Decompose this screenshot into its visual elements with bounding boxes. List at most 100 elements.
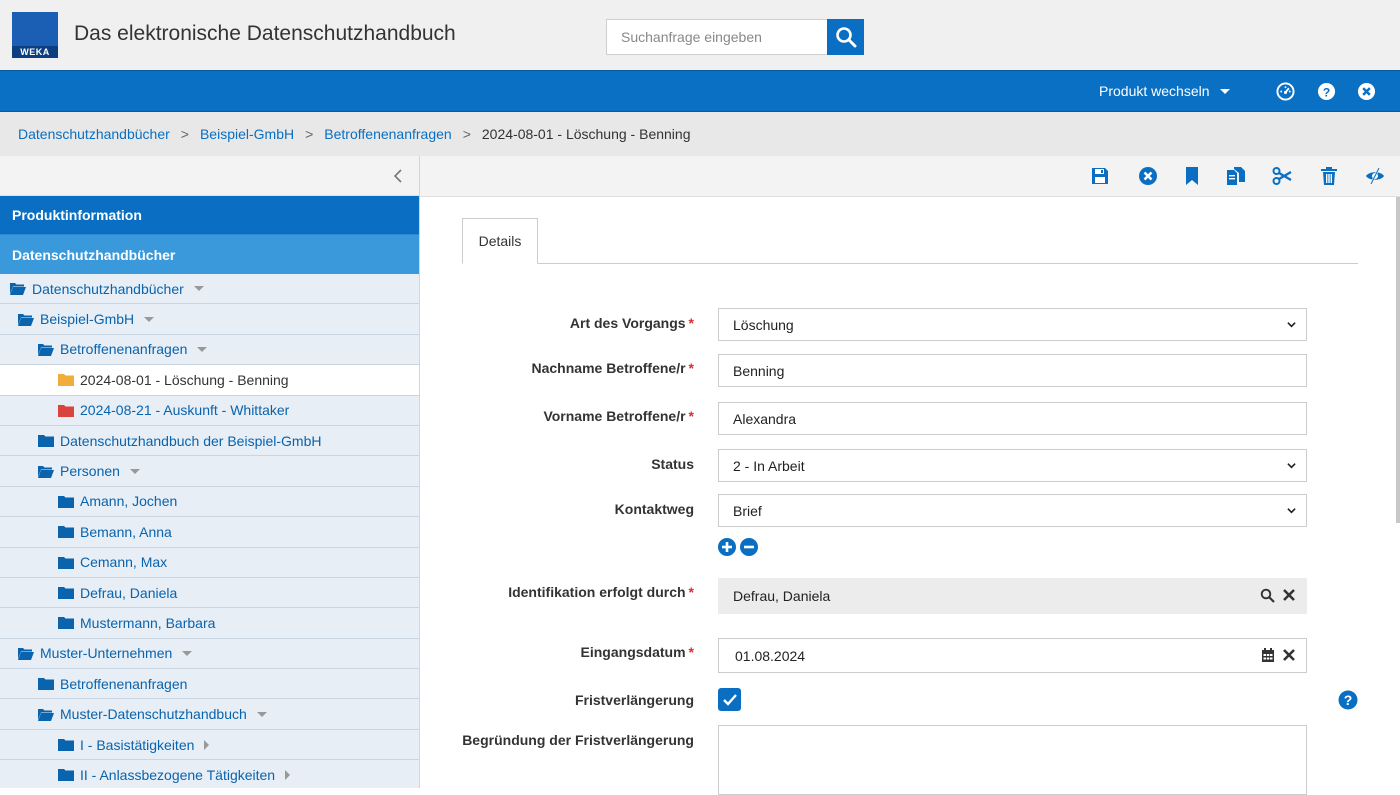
required-marker: *: [688, 315, 694, 331]
tree-item[interactable]: Muster-Unternehmen: [0, 638, 419, 670]
sidebar-top-bar: [0, 156, 419, 196]
folder-icon: [58, 526, 74, 539]
folder-icon: [38, 678, 54, 691]
chevron-left-icon[interactable]: [391, 168, 405, 184]
breadcrumb-link[interactable]: Beispiel-GmbH: [200, 126, 294, 142]
tree-item[interactable]: II - Anlassbezogene Tätigkeiten: [0, 760, 419, 788]
tree-item-label: II - Anlassbezogene Tätigkeiten: [80, 766, 276, 783]
art-des-vorgangs-select[interactable]: Löschung: [718, 308, 1307, 341]
field-label-identifikation: Identifikation erfolgt durch *: [508, 584, 694, 600]
tree-item[interactable]: Amann, Jochen: [0, 486, 419, 518]
remove-kontaktweg-button[interactable]: [740, 538, 758, 556]
breadcrumb: Datenschutzhandbücher > Beispiel-GmbH > …: [18, 126, 690, 142]
vorname-value: Alexandra: [733, 410, 797, 427]
identifikation-value: Defrau, Daniela: [733, 588, 831, 604]
field-label-vorname: Vorname Betroffene/r *: [543, 408, 694, 424]
cancel-icon[interactable]: [1138, 166, 1158, 186]
calendar-icon[interactable]: [1261, 648, 1275, 663]
tree-item[interactable]: Betroffenenanfragen: [0, 334, 419, 366]
tree-item[interactable]: Datenschutzhandbuch der Beispiel-GmbH: [0, 425, 419, 457]
folder-icon: [58, 404, 74, 417]
breadcrumb-link[interactable]: Datenschutzhandbücher: [18, 126, 170, 142]
field-label-status: Status: [651, 456, 694, 472]
weka-logo[interactable]: WEKA: [12, 12, 58, 58]
tree-item[interactable]: 2024-08-01 - Löschung - Benning: [0, 365, 419, 396]
product-switch-dropdown[interactable]: Produkt wechseln: [1099, 83, 1230, 99]
tree-item-label: Datenschutzhandbücher: [32, 280, 184, 297]
nachname-value: Benning: [733, 362, 785, 379]
search-button[interactable]: [827, 19, 864, 55]
caret-right-icon[interactable]: [204, 739, 210, 750]
tree-item[interactable]: Personen: [0, 456, 419, 487]
svg-text:?: ?: [1344, 692, 1353, 708]
caret-down-icon[interactable]: [182, 650, 193, 656]
breadcrumb-separator: >: [305, 126, 314, 142]
field-label-eingangsdatum: Eingangsdatum *: [580, 644, 694, 660]
caret-down-icon[interactable]: [129, 468, 140, 474]
delete-icon[interactable]: [1319, 166, 1339, 186]
caret-right-icon[interactable]: [285, 769, 291, 780]
app-title: Das elektronische Datenschutzhandbuch: [74, 22, 456, 45]
tree-item-label: Cemann, Max: [80, 554, 168, 571]
sidebar-section-produktinformation[interactable]: Produktinformation: [0, 196, 419, 235]
tree-item[interactable]: Muster-Datenschutzhandbuch: [0, 699, 419, 730]
tree-item-label: Amann, Jochen: [80, 493, 178, 510]
begruendung-textarea[interactable]: [718, 725, 1307, 795]
cut-icon[interactable]: [1272, 166, 1292, 186]
search-icon[interactable]: [1260, 588, 1275, 603]
close-icon[interactable]: [1357, 82, 1376, 101]
tree-item[interactable]: Beispiel-GmbH: [0, 304, 419, 335]
kontaktweg-select[interactable]: Brief: [718, 494, 1307, 527]
svg-text:?: ?: [1323, 85, 1331, 99]
help-icon[interactable]: ?: [1317, 82, 1336, 101]
tree-item[interactable]: Cemann, Max: [0, 547, 419, 578]
tab-divider: [462, 263, 1358, 264]
identifikation-field[interactable]: Defrau, Daniela: [718, 578, 1307, 614]
art-des-vorgangs-value: Löschung: [733, 316, 794, 333]
required-marker: *: [688, 584, 694, 600]
tree-item-label: Betroffenenanfragen: [60, 341, 188, 358]
folder-icon: [58, 374, 74, 387]
clear-icon[interactable]: [1282, 648, 1296, 662]
fristverlaengerung-checkbox[interactable]: [718, 688, 741, 711]
folder-icon: [58, 587, 74, 600]
tree-item[interactable]: Bemann, Anna: [0, 517, 419, 548]
field-label-art: Art des Vorgangs *: [569, 315, 694, 331]
tree-item-label: Muster-Datenschutzhandbuch: [60, 706, 247, 723]
logo-text: WEKA: [20, 47, 50, 57]
dashboard-icon[interactable]: [1276, 82, 1295, 101]
checkmark-icon: [722, 693, 737, 706]
breadcrumb-link[interactable]: Betroffenenanfragen: [324, 126, 451, 142]
tree-item[interactable]: 2024-08-21 - Auskunft - Whittaker: [0, 395, 419, 426]
vorname-input[interactable]: Alexandra: [718, 402, 1307, 435]
eingangsdatum-input[interactable]: 01.08.2024: [718, 638, 1307, 673]
tree-item-label: 2024-08-21 - Auskunft - Whittaker: [80, 402, 290, 419]
tree-item[interactable]: Betroffenenanfragen: [0, 669, 419, 700]
caret-down-icon[interactable]: [144, 316, 155, 322]
add-kontaktweg-button[interactable]: [718, 538, 736, 556]
folder-icon: [58, 556, 74, 569]
caret-down-icon[interactable]: [256, 711, 267, 717]
copy-icon[interactable]: [1226, 166, 1246, 186]
vertical-scrollbar[interactable]: [1396, 197, 1400, 523]
tree-item[interactable]: Datenschutzhandbücher: [0, 274, 419, 305]
folder-icon: [38, 435, 54, 448]
tree-item[interactable]: I - Basistätigkeiten: [0, 729, 419, 761]
tree-item[interactable]: Defrau, Daniela: [0, 577, 419, 609]
visibility-off-icon[interactable]: [1365, 166, 1385, 186]
sidebar-section-datenschutzhandbuecher[interactable]: Datenschutzhandbücher: [0, 235, 419, 274]
help-icon[interactable]: ?: [1338, 690, 1358, 710]
bookmark-icon[interactable]: [1182, 166, 1202, 186]
save-icon[interactable]: [1090, 166, 1110, 186]
tree-item[interactable]: Mustermann, Barbara: [0, 608, 419, 639]
nachname-input[interactable]: Benning: [718, 354, 1307, 387]
folder-icon: [58, 769, 74, 782]
clear-icon[interactable]: [1282, 588, 1296, 602]
status-select[interactable]: 2 - In Arbeit: [718, 449, 1307, 482]
search-input[interactable]: [606, 19, 828, 55]
tab-details[interactable]: Details: [462, 218, 538, 264]
sidebar-tree: Datenschutzhandbücher Beispiel-GmbH Betrof…: [0, 274, 419, 788]
caret-down-icon[interactable]: [197, 346, 208, 352]
caret-down-icon[interactable]: [193, 286, 204, 292]
required-marker: *: [688, 408, 694, 424]
